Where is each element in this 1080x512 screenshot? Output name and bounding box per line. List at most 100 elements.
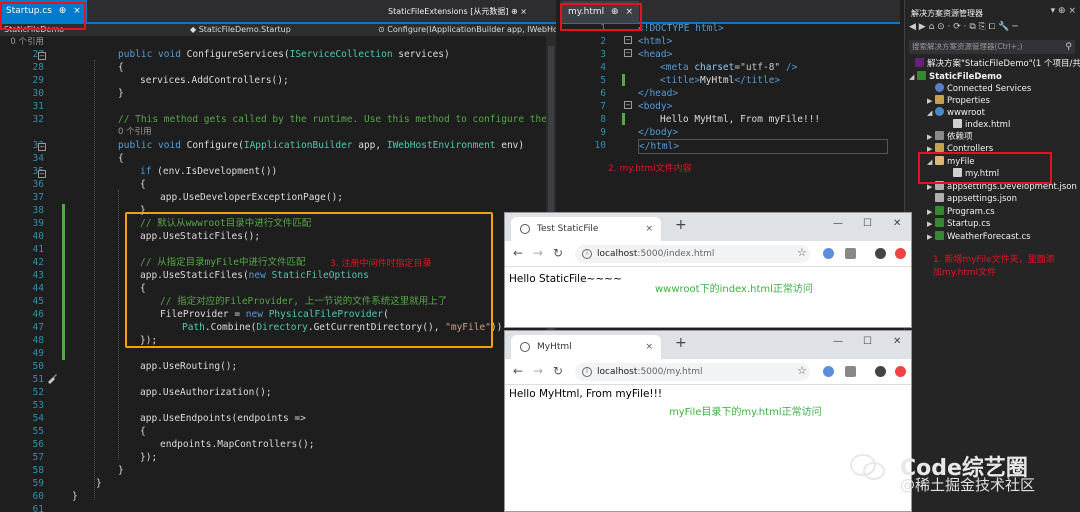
profile-icon[interactable] <box>875 248 886 259</box>
shield-icon[interactable] <box>845 366 856 377</box>
ref-count[interactable]: 0 个引用 <box>118 126 152 139</box>
expand-arrow-icon[interactable]: ◢ <box>927 107 935 119</box>
address-bar[interactable]: i localhost:5000/index.html <box>575 245 810 263</box>
extension-icon[interactable] <box>823 366 834 377</box>
dropdown-icon[interactable]: ▾ <box>1051 6 1056 16</box>
nav-member-dropdown[interactable]: ⊙ Configure(IApplicationBuilder app, IWe… <box>378 24 556 36</box>
back-arrow-icon[interactable]: ← <box>513 364 523 378</box>
minimize-button[interactable]: — <box>833 218 843 229</box>
address-bar[interactable]: i localhost:5000/my.html <box>575 363 810 381</box>
tree-item[interactable]: appsettings.json <box>927 193 1017 205</box>
metadata-tab-title[interactable]: StaticFileExtensions [从元数据] ⊕ × <box>388 6 527 17</box>
tree-item[interactable]: ◢ wwwroot <box>927 107 985 119</box>
close-window-button[interactable]: ✕ <box>893 336 901 347</box>
shield-icon[interactable] <box>845 248 856 259</box>
menu-icon[interactable] <box>895 248 906 259</box>
forward-arrow-icon[interactable]: → <box>533 246 543 260</box>
json-file-icon <box>935 193 944 202</box>
minimize-button[interactable]: — <box>833 336 843 347</box>
watermark-subtitle: @稀土掘金技术社区 <box>900 476 1036 494</box>
tree-item[interactable]: ▶ 依赖项 <box>927 131 973 143</box>
tree-item[interactable]: index.html <box>945 119 1010 131</box>
search-input[interactable]: 搜索解决方案资源管理器(Ctrl+;) <box>909 40 1075 54</box>
bookmark-star-icon[interactable]: ☆ <box>797 364 807 377</box>
close-icon[interactable]: × <box>1068 6 1076 16</box>
close-icon[interactable]: × <box>520 7 527 16</box>
line-number: 53 <box>32 400 44 411</box>
close-tab-icon[interactable]: × <box>645 217 653 241</box>
startup-editor[interactable]: Startup.cs ⊕ × StaticFileDemo ◆ StaticFi… <box>0 0 556 512</box>
forward-arrow-icon[interactable]: → <box>533 364 543 378</box>
nav-class-dropdown[interactable]: ◆ StaticFileDemo.Startup <box>190 24 291 36</box>
new-tab-button[interactable]: + <box>675 217 687 233</box>
line-number: 45 <box>32 296 44 307</box>
extension-icon[interactable] <box>823 248 834 259</box>
globe-icon <box>520 224 530 234</box>
panel-controls[interactable]: ▾ ⊕ × <box>1051 6 1076 16</box>
line-number: 48 <box>32 335 44 346</box>
tree-project[interactable]: ◢ StaticFileDemo <box>909 71 1002 83</box>
tree-solution[interactable]: 解决方案"StaticFileDemo"(1 个项目/共 <box>915 58 1080 70</box>
code-line: app.UseEndpoints(endpoints => <box>140 413 306 424</box>
tree-item[interactable]: ▶ Startup.cs <box>927 218 990 230</box>
profile-icon[interactable] <box>875 366 886 377</box>
code-line: endpoints.MapControllers(); <box>160 439 315 450</box>
new-tab-button[interactable]: + <box>675 335 687 351</box>
tree-label: 依赖项 <box>947 132 973 142</box>
expand-arrow-icon[interactable]: ▶ <box>927 206 935 218</box>
browser-tab-title: MyHtml <box>537 342 572 352</box>
ref-count[interactable]: 0 个引用 <box>10 37 44 47</box>
reload-icon[interactable]: ↻ <box>553 364 563 378</box>
menu-icon[interactable] <box>895 366 906 377</box>
collapse-icon[interactable]: − <box>624 101 632 109</box>
code-line: { <box>118 62 124 73</box>
line-number: 46 <box>32 309 44 320</box>
code-token: services) <box>392 49 450 60</box>
expand-arrow-icon[interactable]: ◢ <box>909 71 917 83</box>
tree-item[interactable]: ▶ Program.cs <box>927 206 995 218</box>
collapse-icon[interactable]: − <box>624 36 632 44</box>
code-line: </body> <box>638 127 679 138</box>
collapse-icon[interactable]: − <box>38 170 46 178</box>
tree-label: Startup.cs <box>947 219 991 229</box>
tree-item[interactable]: ▶ WeatherForecast.cs <box>927 231 1031 243</box>
tree-item[interactable]: Connected Services <box>927 83 1031 95</box>
code-line: <body> <box>638 101 673 112</box>
reload-icon[interactable]: ↻ <box>553 246 563 260</box>
back-arrow-icon[interactable]: ← <box>513 246 523 260</box>
tree-label: index.html <box>965 120 1011 130</box>
expand-arrow-icon[interactable]: ▶ <box>927 131 935 143</box>
line-number: 49 <box>32 348 44 359</box>
browser-tab[interactable]: Test StaticFile × <box>511 217 661 241</box>
quick-actions-brush-icon[interactable] <box>46 372 58 384</box>
line-number: 0 个引用 <box>0 35 44 49</box>
info-icon[interactable]: i <box>582 249 592 259</box>
tree-label: wwwroot <box>947 108 985 118</box>
code-token: IServiceCollection <box>289 49 393 60</box>
browser-tab[interactable]: MyHtml × <box>511 335 661 359</box>
collapse-icon[interactable]: − <box>624 49 632 57</box>
collapse-icon[interactable]: − <box>38 143 46 151</box>
tree-item[interactable]: ▶ Properties <box>927 95 990 107</box>
expand-arrow-icon[interactable]: ▶ <box>927 218 935 230</box>
pin-icon[interactable]: ⊕ <box>511 7 518 16</box>
connected-services-icon <box>935 83 944 92</box>
expand-arrow-icon[interactable]: ▶ <box>927 95 935 107</box>
search-icon[interactable]: ⚲ <box>1065 42 1072 52</box>
expand-arrow-icon[interactable]: ▶ <box>927 231 935 243</box>
bookmark-star-icon[interactable]: ☆ <box>797 246 807 259</box>
info-icon[interactable]: i <box>582 367 592 377</box>
line-number: 59 <box>32 478 44 489</box>
line-number: 34 <box>32 153 44 164</box>
close-tab-icon[interactable]: × <box>645 335 653 359</box>
pin-icon[interactable]: ⊕ <box>1058 6 1066 16</box>
code-token: (env.IsDevelopment()) <box>157 166 278 177</box>
code-line: } <box>72 491 78 502</box>
collapse-icon[interactable]: − <box>38 52 46 60</box>
close-window-button[interactable]: ✕ <box>893 218 901 229</box>
maximize-button[interactable]: ☐ <box>863 336 872 347</box>
line-number: 61 <box>32 504 44 512</box>
maximize-button[interactable]: ☐ <box>863 218 872 229</box>
line-number: 8 <box>600 114 606 125</box>
explorer-toolbar[interactable]: ◀ ▶ ⌂ ⊙ · ⟳ · ⧉ ⎘ ⧠ 🔧 ─ <box>909 22 1075 36</box>
